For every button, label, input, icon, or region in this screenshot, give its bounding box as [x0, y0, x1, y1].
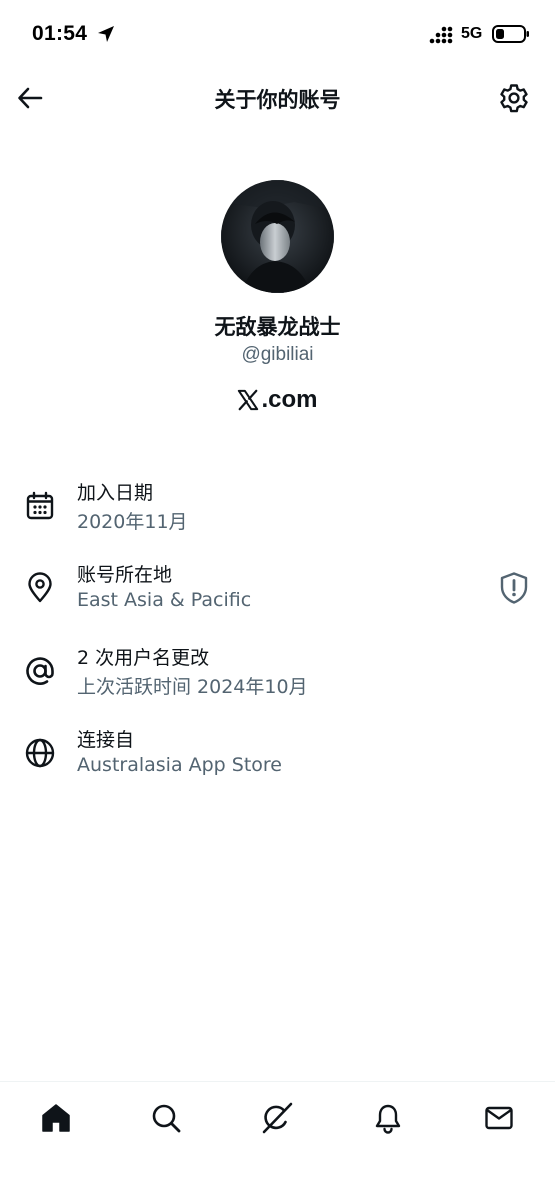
info-label: 账号所在地	[77, 564, 173, 586]
search-icon	[152, 1104, 181, 1133]
bell-icon	[375, 1104, 401, 1134]
cellular-signal-icon	[429, 26, 453, 44]
info-value: East Asia & Pacific	[77, 589, 252, 611]
avatar[interactable]	[221, 180, 334, 293]
tab-grok[interactable]	[257, 1098, 297, 1138]
bottom-tab-bar	[0, 1081, 555, 1200]
info-label: 连接自	[77, 729, 135, 751]
info-item-connected-via: 连接自 Australasia App Store	[0, 720, 555, 790]
info-item-account-location: 账号所在地 East Asia & Pacific	[0, 555, 555, 625]
page-title: 关于你的账号	[214, 88, 341, 112]
location-arrow-icon	[98, 26, 114, 42]
network-type-label: 5G	[461, 25, 483, 42]
info-item-username-changes: 2 次用户名更改 上次活跃时间 2024年10月	[0, 638, 555, 708]
info-label: 加入日期	[77, 482, 154, 504]
account-info-screen: 01:54 5G 关于你的账号 无敌暴龙战士 @gibiliai .com 加入…	[0, 0, 555, 1200]
tab-search[interactable]	[146, 1098, 186, 1138]
x-com-logo: .com	[0, 384, 555, 416]
mail-icon	[485, 1106, 513, 1130]
location-pin-icon	[28, 572, 52, 603]
info-item-join-date: 加入日期 2020年11月	[0, 473, 555, 543]
calendar-icon	[26, 491, 54, 520]
shield-alert-icon[interactable]	[498, 571, 530, 605]
tab-messages[interactable]	[479, 1098, 519, 1138]
header: 关于你的账号	[0, 70, 555, 128]
info-value: Australasia App Store	[77, 754, 283, 776]
info-label: 2 次用户名更改	[77, 647, 210, 669]
info-value: 2020年11月	[77, 511, 188, 533]
display-name: 无敌暴龙战士	[214, 315, 341, 339]
at-sign-icon	[26, 657, 54, 685]
status-bar: 01:54 5G	[0, 0, 555, 70]
grok-icon	[262, 1102, 293, 1134]
x-logo-suffix: .com	[261, 386, 318, 413]
user-handle: @gibiliai	[241, 344, 314, 365]
status-time: 01:54	[32, 22, 88, 45]
home-icon	[42, 1104, 70, 1132]
globe-icon	[25, 738, 55, 768]
avatar-photo	[221, 180, 334, 293]
tab-home[interactable]	[36, 1098, 76, 1138]
x-logo-icon	[238, 389, 259, 411]
battery-icon	[492, 25, 529, 43]
gear-icon	[500, 84, 528, 113]
info-value: 上次活跃时间 2024年10月	[77, 676, 308, 698]
settings-button[interactable]	[494, 78, 534, 118]
tab-notifications[interactable]	[368, 1098, 408, 1138]
